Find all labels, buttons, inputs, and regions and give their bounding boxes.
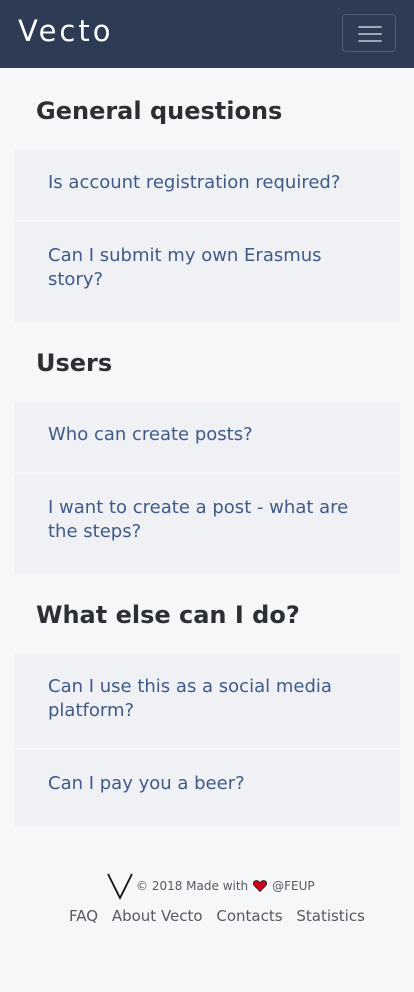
- section-title-users: Users: [36, 349, 113, 377]
- section-title-what-else: What else can I do?: [36, 601, 300, 629]
- faq-question[interactable]: I want to create a post - what are the s…: [48, 496, 370, 544]
- faq-card-what-else: Can I use this as a social media platfor…: [14, 654, 400, 826]
- hamburger-menu-button[interactable]: [342, 14, 396, 52]
- faq-question[interactable]: Can I use this as a social media platfor…: [48, 675, 370, 723]
- footer-link-contacts[interactable]: Contacts: [216, 907, 282, 925]
- faq-question[interactable]: Is account registration required?: [48, 171, 370, 195]
- hamburger-menu-icon-bar: [358, 40, 382, 42]
- footer-link-about[interactable]: About Vecto: [112, 907, 203, 925]
- navbar: Vecto: [0, 0, 414, 68]
- footer-copyright: © 2018 Made with: [136, 879, 249, 893]
- faq-question[interactable]: Can I submit my own Erasmus story?: [48, 244, 370, 292]
- vecto-logo-icon: [107, 873, 133, 900]
- hamburger-menu-icon: [358, 26, 382, 28]
- card-divider: [14, 220, 400, 222]
- faq-card-general: Is account registration required? Can I …: [14, 150, 400, 322]
- footer-link-faq[interactable]: FAQ: [69, 907, 98, 925]
- footer-links: FAQ About Vecto Contacts Statistics: [69, 906, 365, 926]
- brand-logo[interactable]: Vecto: [18, 12, 114, 50]
- footer-link-statistics[interactable]: Statistics: [296, 907, 365, 925]
- card-divider: [14, 472, 400, 474]
- faq-card-users: Who can create posts? I want to create a…: [14, 402, 400, 574]
- footer-copyright-line: © 2018 Made with @FEUP: [107, 872, 315, 900]
- faq-question[interactable]: Can I pay you a beer?: [48, 772, 370, 796]
- footer-org: @FEUP: [272, 879, 315, 893]
- heart-icon: [253, 880, 268, 892]
- hamburger-menu-icon-bar: [358, 33, 382, 35]
- section-title-general-questions: General questions: [36, 97, 283, 125]
- card-divider: [14, 748, 400, 750]
- faq-question[interactable]: Who can create posts?: [48, 423, 370, 447]
